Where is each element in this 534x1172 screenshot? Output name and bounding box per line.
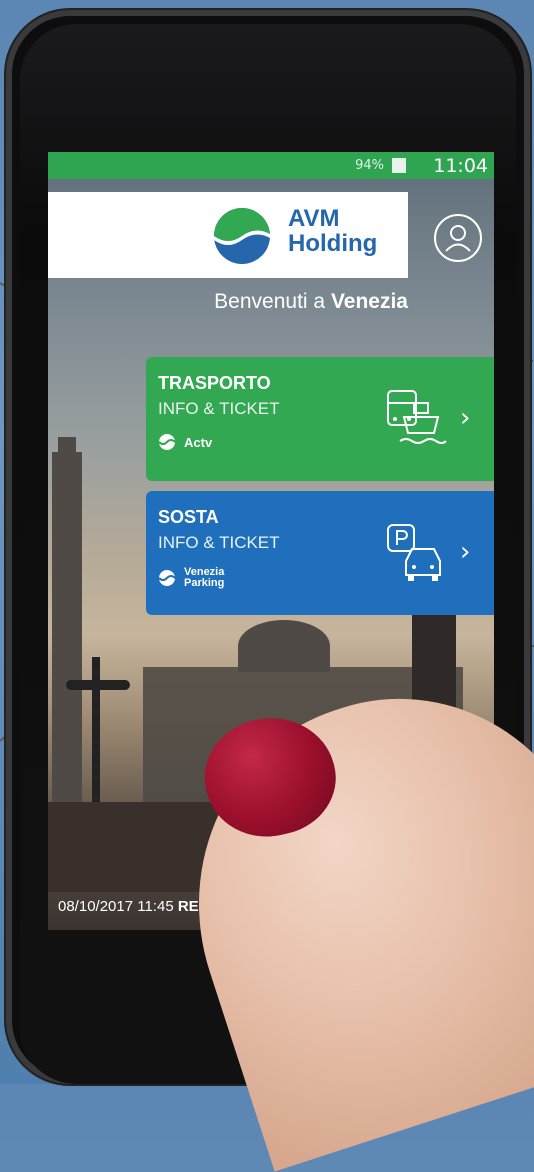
church-dome (238, 620, 330, 672)
actv-brand: Actv (158, 433, 212, 451)
welcome-city: Venezia (330, 290, 408, 313)
avm-logo-icon (214, 208, 270, 264)
venezia-parking-logo-icon (158, 570, 176, 586)
chevron-right-icon: › (460, 537, 471, 567)
brand-line-2: Parking (184, 577, 225, 589)
actv-logo-icon (158, 434, 176, 450)
card-title: TRASPORTO (158, 373, 271, 393)
welcome-prefix: Benvenuti a (214, 290, 326, 313)
sosta-card[interactable]: SOSTA INFO & TICKET Venezia Parking › (146, 491, 494, 615)
news-date: 08/10/2017 11:45 (58, 898, 174, 915)
status-bar: 94% 11:04 (48, 152, 494, 179)
actv-label: Actv (184, 434, 213, 450)
card-title: SOSTA (158, 507, 219, 527)
trasporto-card[interactable]: TRASPORTO INFO & TICKET Actv › (146, 357, 494, 481)
chevron-right-icon: › (460, 403, 471, 433)
parking-car-icon (387, 524, 441, 581)
logo-line-2: Holding (288, 230, 378, 257)
battery-icon (392, 158, 406, 173)
battery-percent: 94% (355, 158, 384, 173)
avm-logo-card: AVM Holding (48, 192, 408, 278)
user-icon (445, 225, 471, 252)
logo-line-1: AVM (288, 205, 340, 232)
clock: 11:04 (433, 155, 488, 177)
profile-button[interactable] (434, 214, 482, 262)
venezia-parking-brand: Venezia Parking (158, 567, 224, 589)
welcome-text: Benvenuti a Venezia (48, 290, 408, 314)
card-subtitle: INFO & TICKET (158, 533, 280, 552)
card-subtitle: INFO & TICKET (158, 399, 280, 418)
bell-tower-spire (58, 437, 76, 457)
bus-boat-icon (387, 390, 447, 444)
avm-logo-text: AVM Holding (288, 206, 377, 256)
street-lamp-head (66, 680, 130, 690)
